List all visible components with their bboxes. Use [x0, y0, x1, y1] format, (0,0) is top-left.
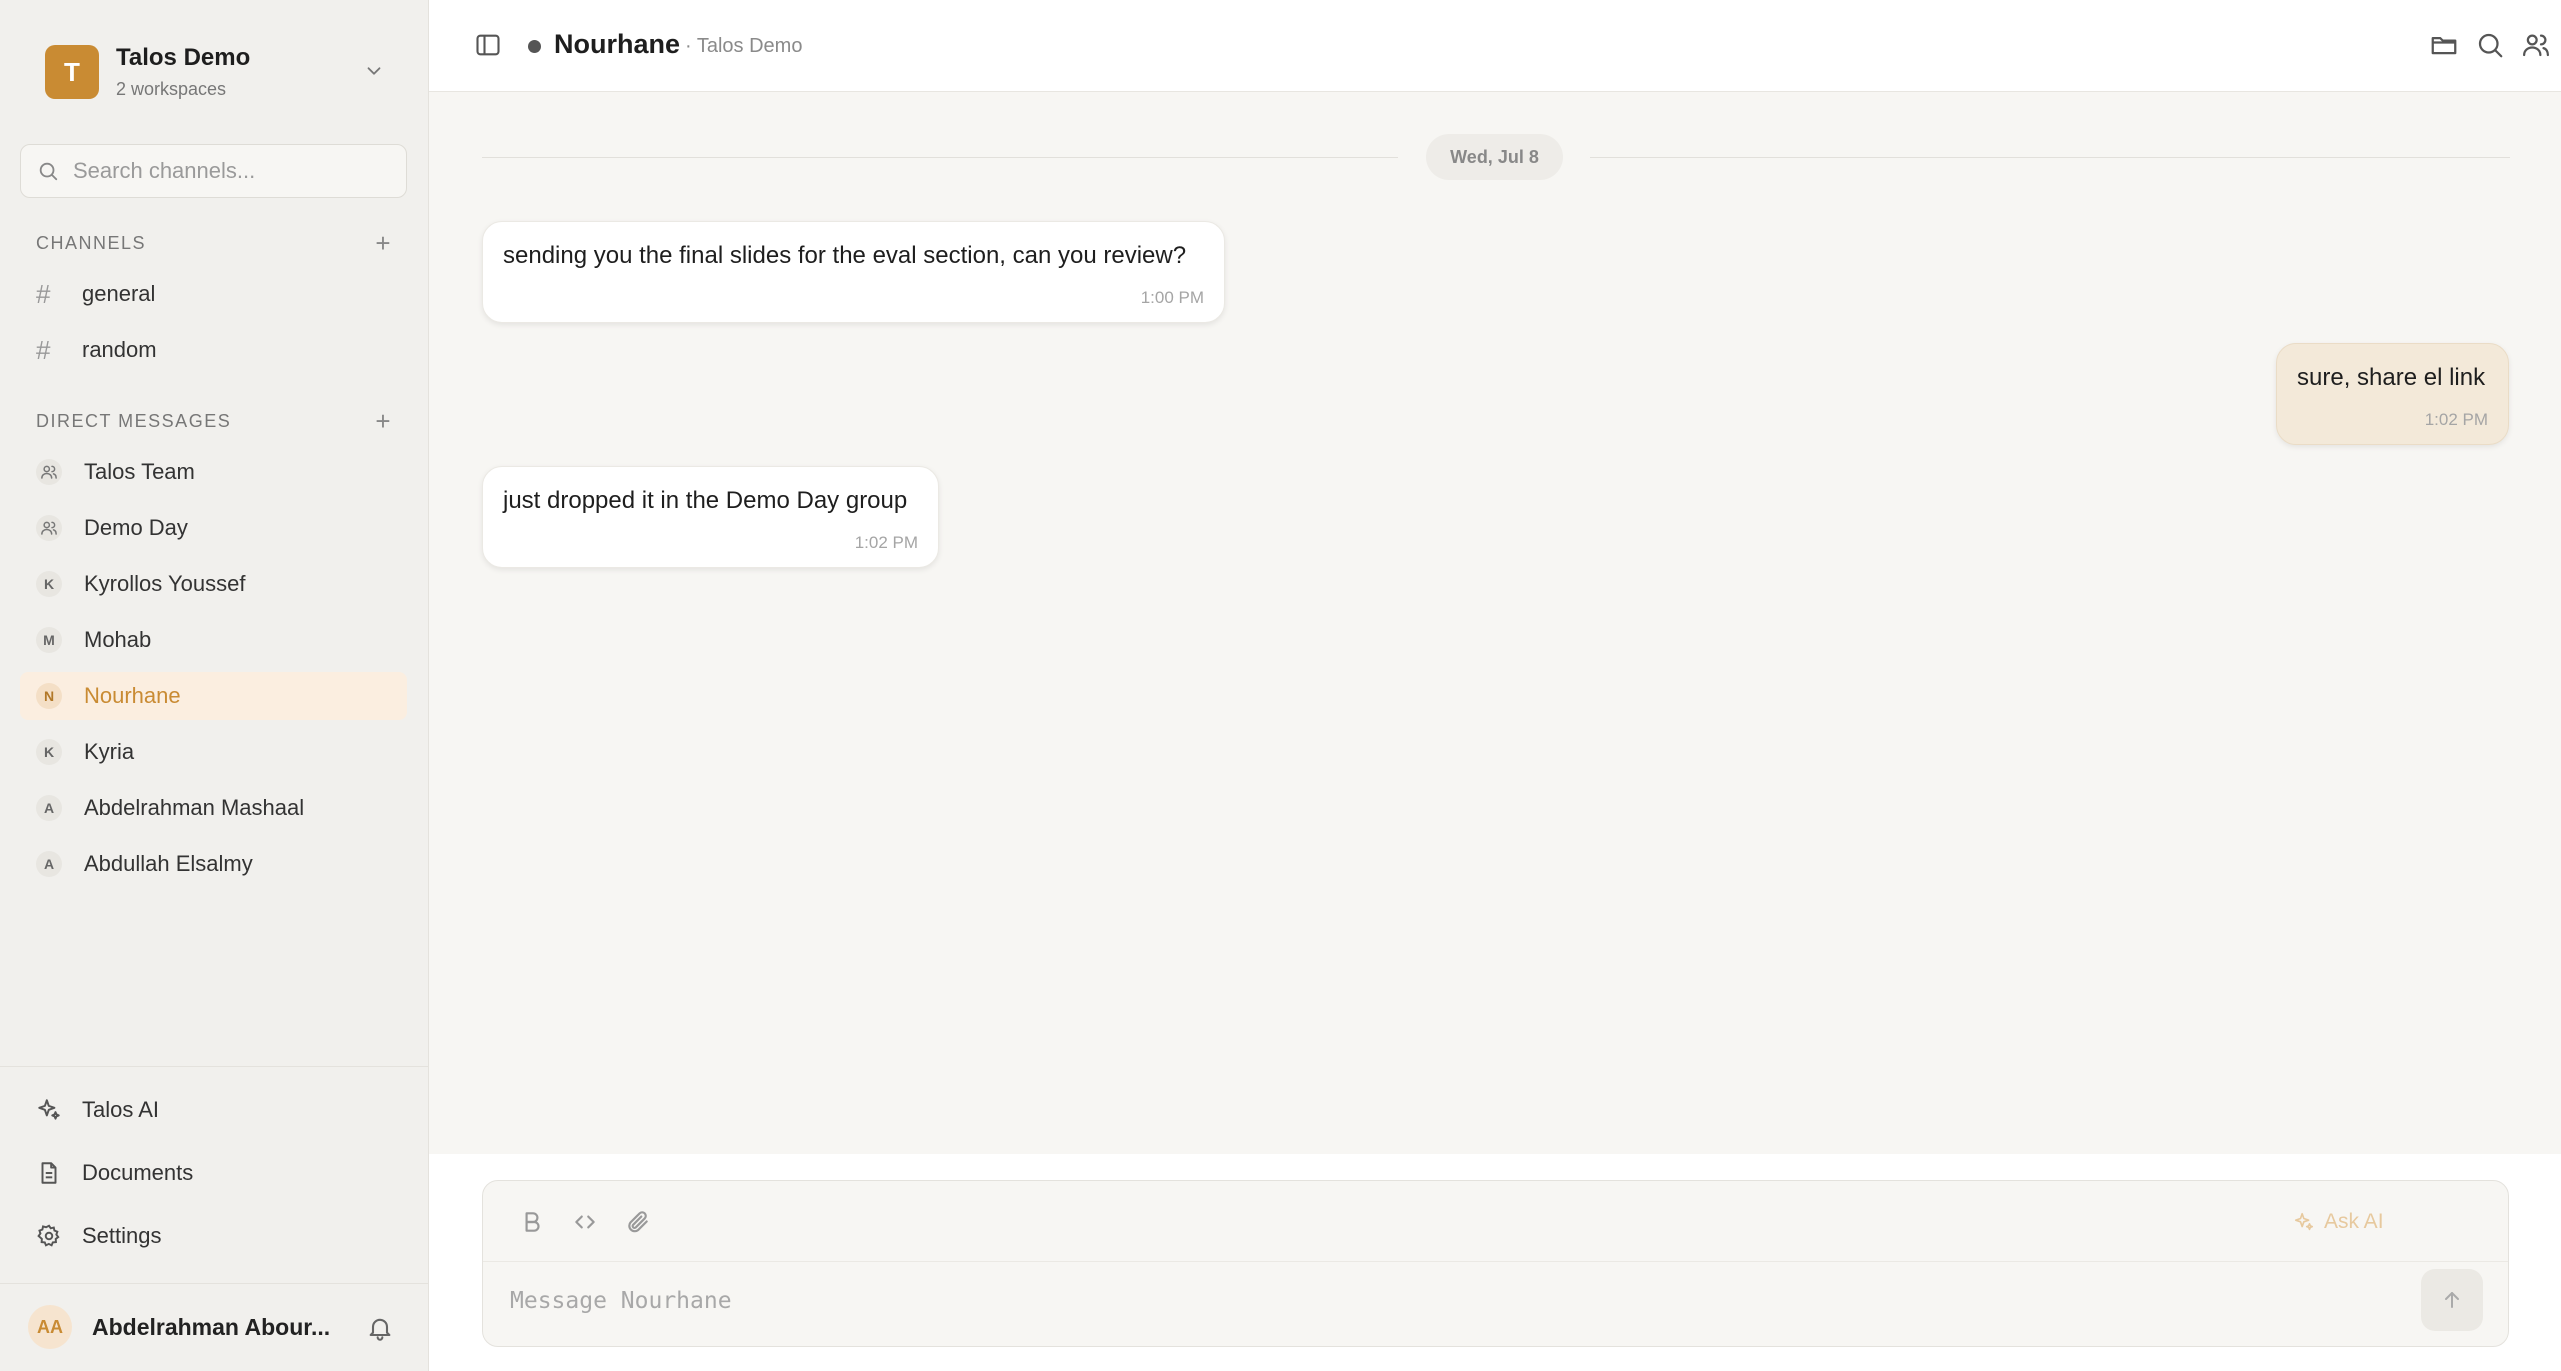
user-name: Abdelrahman Abour...	[92, 1313, 331, 1340]
dm-item-kyria[interactable]: K Kyria	[20, 728, 407, 776]
dm-label: Talos Team	[84, 459, 195, 484]
avatar: M	[36, 627, 62, 653]
divider	[0, 1066, 429, 1067]
members-icon[interactable]	[2521, 30, 2551, 60]
avatar: A	[36, 795, 62, 821]
dm-item-mohab[interactable]: M Mohab	[20, 616, 407, 664]
add-channel-button[interactable]: +	[375, 230, 392, 256]
search-icon	[39, 162, 58, 181]
sparkles-icon	[2294, 1212, 2314, 1231]
send-button[interactable]	[2421, 1269, 2483, 1331]
date-divider-line	[482, 157, 1398, 158]
talos-ai-label: Talos AI	[82, 1097, 160, 1122]
dm-label: Abdullah Elsalmy	[84, 851, 253, 876]
workspace-count: 2 workspaces	[116, 79, 227, 99]
message-composer: Ask AI	[482, 1180, 2509, 1347]
workspace-logo: T	[45, 45, 99, 99]
dm-label: Kyrollos Youssef	[84, 571, 246, 596]
dm-item-abdelrahman-mashaal[interactable]: A Abdelrahman Mashaal	[20, 784, 407, 832]
workspace-name: Talos Demo	[116, 44, 251, 71]
ask-ai-button[interactable]: Ask AI	[2293, 1207, 2384, 1237]
dm-label: Mohab	[84, 627, 152, 652]
channel-label: general	[82, 281, 156, 306]
hash-icon: #	[36, 278, 51, 309]
status-indicator	[528, 40, 541, 53]
dm-item-nourhane[interactable]: N Nourhane	[20, 672, 407, 720]
message-time: 1:02 PM	[2424, 410, 2488, 429]
documents-label: Documents	[82, 1160, 194, 1185]
dm-label: Demo Day	[84, 515, 188, 540]
talos-ai-link[interactable]: Talos AI	[36, 1090, 159, 1130]
paperclip-icon[interactable]	[625, 1209, 651, 1235]
bell-icon[interactable]	[366, 1314, 394, 1342]
message-bubble-own: sure, share el link 1:02 PM	[2276, 343, 2509, 445]
sidebar: T Talos Demo 2 workspaces CHANNELS + # g…	[0, 0, 429, 1371]
avatar: A	[36, 851, 62, 877]
settings-link[interactable]: Settings	[36, 1216, 162, 1256]
direct-messages-heading-label: DIRECT MESSAGES	[36, 410, 232, 431]
current-user[interactable]: AA Abdelrahman Abour...	[28, 1305, 398, 1349]
search-input[interactable]	[73, 158, 393, 184]
message-text: just dropped it in the Demo Day group	[503, 487, 908, 514]
dm-label: Nourhane	[84, 683, 181, 708]
conversation-title: Nourhane	[554, 29, 681, 59]
message-text: sending you the final slides for the eva…	[503, 242, 1187, 269]
documents-link[interactable]: Documents	[36, 1153, 193, 1193]
direct-messages-heading: DIRECT MESSAGES +	[36, 406, 392, 436]
dm-item-demo-day[interactable]: Demo Day	[20, 504, 407, 552]
bold-icon[interactable]	[519, 1209, 545, 1235]
add-direct-message-button[interactable]: +	[375, 408, 392, 434]
group-icon	[36, 459, 62, 485]
sparkles-icon	[38, 1099, 60, 1120]
code-icon[interactable]	[572, 1209, 598, 1235]
dm-item-talos-team[interactable]: Talos Team	[20, 448, 407, 496]
avatar: AA	[28, 1305, 72, 1349]
channels-heading: CHANNELS +	[36, 228, 392, 258]
conversation-header: Nourhane · Talos Demo	[429, 0, 2561, 92]
dm-label: Kyria	[84, 739, 135, 764]
ask-ai-label: Ask AI	[2324, 1210, 2384, 1233]
message-text: sure, share el link	[2297, 364, 2486, 391]
avatar: K	[36, 739, 62, 765]
message-bubble: sending you the final slides for the eva…	[482, 221, 1225, 323]
channel-item-general[interactable]: # general	[20, 270, 407, 318]
date-divider-line	[1590, 157, 2510, 158]
avatar: K	[36, 571, 62, 597]
message-bubble: just dropped it in the Demo Day group 1:…	[482, 466, 939, 568]
message-time: 1:02 PM	[854, 533, 918, 552]
date-separator: Wed, Jul 8	[1426, 134, 1563, 180]
divider	[0, 1283, 429, 1284]
conversation-workspace: · Talos Demo	[685, 35, 803, 57]
chevron-down-icon[interactable]	[363, 60, 385, 82]
gear-icon	[37, 1224, 60, 1247]
group-icon	[36, 515, 62, 541]
channel-search	[20, 144, 407, 198]
avatar: N	[36, 683, 62, 709]
channel-label: random	[82, 337, 157, 362]
sidebar-toggle-icon[interactable]	[474, 31, 502, 59]
dm-item-kyrollos-youssef[interactable]: K Kyrollos Youssef	[20, 560, 407, 608]
settings-label: Settings	[82, 1223, 162, 1248]
hash-icon: #	[36, 334, 51, 365]
arrow-up-icon	[2445, 1292, 2459, 1308]
document-icon	[41, 1162, 57, 1184]
channel-item-random[interactable]: # random	[20, 326, 407, 374]
channels-heading-label: CHANNELS	[36, 232, 147, 253]
folder-icon[interactable]	[2429, 30, 2459, 60]
message-input[interactable]	[510, 1281, 2410, 1321]
divider	[483, 1261, 2508, 1262]
dm-item-abdullah-elsalmy[interactable]: A Abdullah Elsalmy	[20, 840, 407, 888]
workspace-switcher[interactable]: T Talos Demo 2 workspaces	[45, 44, 395, 100]
dm-label: Abdelrahman Mashaal	[84, 795, 305, 820]
search-icon[interactable]	[2475, 30, 2505, 60]
message-time: 1:00 PM	[1140, 288, 1204, 307]
